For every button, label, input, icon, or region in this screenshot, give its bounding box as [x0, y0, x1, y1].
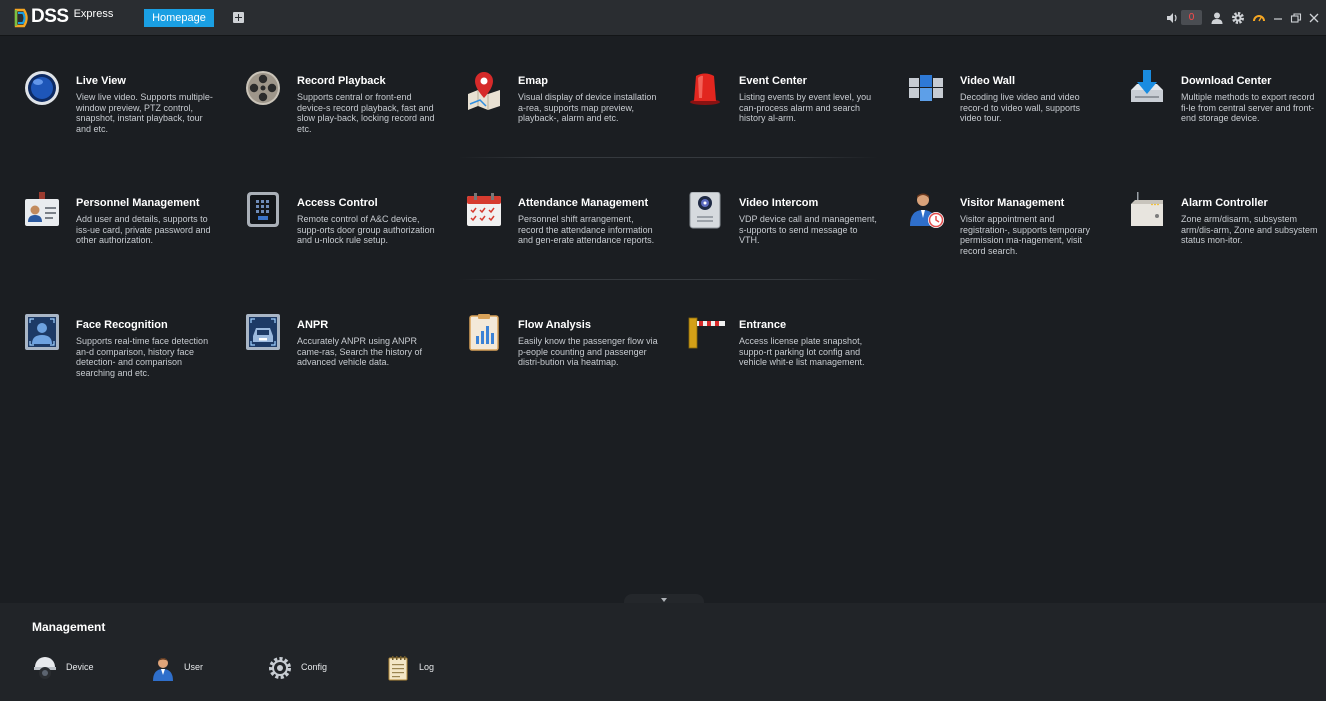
app-logo: DSS Express [14, 6, 113, 30]
logo-text: DSS [31, 6, 69, 27]
app-face-recognition[interactable]: Face Recognition Supports real-time face… [24, 314, 239, 394]
app-download-center[interactable]: Download Center Multiple methods to expo… [1129, 70, 1326, 150]
management-item-label: Config [301, 662, 328, 672]
management-item-label: Device [66, 662, 94, 672]
car-scan-icon [246, 314, 280, 350]
app-title: Live View [76, 75, 126, 87]
config-gear-icon [269, 657, 291, 679]
management-item-label: User [184, 662, 204, 672]
user-icon[interactable] [1210, 11, 1224, 25]
face-scan-icon [25, 314, 59, 350]
app-description: Multiple methods to export record fi-le … [1181, 92, 1315, 123]
management-panel: Management Device User Config Log [0, 603, 1326, 701]
app-description: Zone arm/disarm, subsystem arm/dis-arm, … [1181, 214, 1318, 245]
logo-mark-icon [14, 8, 28, 28]
film-reel-icon [246, 71, 280, 105]
management-device[interactable]: Device [32, 655, 142, 681]
app-anpr[interactable]: ANPR Accurately ANPR using ANPR came-ras… [245, 314, 460, 394]
download-icon [1131, 70, 1163, 102]
alarm-controller-icon [1131, 192, 1163, 226]
management-title: Management [32, 620, 106, 634]
alarm-count: 0 [1188, 12, 1195, 23]
map-pin-icon [468, 72, 500, 110]
app-description: Personnel shift arrangement, record the … [518, 214, 655, 245]
app-title: Entrance [739, 319, 787, 331]
app-title: Video Wall [960, 75, 1016, 87]
management-log[interactable]: Log [385, 655, 495, 681]
app-description: Supports central or front-end device-s r… [297, 92, 435, 134]
add-tab-icon[interactable] [233, 12, 244, 23]
camera-dome-icon [34, 657, 56, 679]
app-description: VDP device call and management, s-upport… [739, 214, 877, 245]
app-title: Alarm Controller [1181, 197, 1268, 209]
app-title: Video Intercom [739, 197, 819, 209]
app-attendance-management[interactable]: Attendance Management Personnel shift ar… [466, 192, 681, 272]
log-notepad-icon [388, 656, 408, 681]
chevron-down-icon [661, 598, 667, 602]
app-live-view[interactable]: Live View View live video. Supports mult… [24, 70, 239, 150]
app-description: Visitor appointment and registration-, s… [960, 214, 1091, 256]
management-user[interactable]: User [150, 655, 260, 681]
management-config[interactable]: Config [267, 655, 377, 681]
app-description: Supports real-time face detection an-d c… [76, 336, 209, 378]
volume-icon[interactable] [1165, 11, 1179, 25]
restore-icon[interactable] [1289, 11, 1303, 25]
app-title: Record Playback [297, 75, 386, 87]
app-flow-analysis[interactable]: Flow Analysis Easily know the passenger … [466, 314, 681, 394]
gear-icon[interactable] [1231, 11, 1245, 25]
app-description: Decoding live video and video recor-d to… [960, 92, 1081, 123]
close-icon[interactable] [1307, 11, 1321, 25]
row-divider [458, 157, 878, 158]
title-bar: DSS Express Homepage 0 [0, 0, 1326, 36]
tab-homepage[interactable]: Homepage [144, 9, 214, 27]
app-video-wall[interactable]: Video Wall Decoding live video and video… [908, 70, 1123, 150]
app-title: Download Center [1181, 75, 1272, 87]
app-title: Personnel Management [76, 197, 200, 209]
performance-icon[interactable] [1252, 11, 1266, 25]
app-visitor-management[interactable]: Visitor Management Visitor appointment a… [908, 192, 1123, 272]
row-divider [458, 279, 878, 280]
alarm-badge[interactable]: 0 [1181, 10, 1202, 25]
app-description: Accurately ANPR using ANPR came-ras, Sea… [297, 336, 423, 367]
app-personnel-management[interactable]: Personnel Management Add user and detail… [24, 192, 239, 272]
barrier-gate-icon [688, 317, 725, 349]
app-emap[interactable]: Emap Visual display of device installati… [466, 70, 681, 150]
app-title: ANPR [297, 319, 329, 331]
app-title: Visitor Management [960, 197, 1065, 209]
app-description: Access license plate snapshot, suppo-rt … [739, 336, 865, 367]
calendar-icon [467, 193, 501, 226]
app-alarm-controller[interactable]: Alarm Controller Zone arm/disarm, subsys… [1129, 192, 1326, 272]
app-description: Easily know the passenger flow via p-eop… [518, 336, 658, 367]
app-event-center[interactable]: Event Center Listing events by event lev… [687, 70, 902, 150]
app-title: Flow Analysis [518, 319, 591, 331]
app-description: Add user and details, supports to iss-ue… [76, 214, 211, 245]
app-title: Emap [518, 75, 548, 87]
minimize-icon[interactable] [1271, 11, 1285, 25]
intercom-icon [689, 192, 721, 229]
video-wall-icon [909, 75, 943, 101]
app-description: View live video. Supports multiple-windo… [76, 92, 213, 134]
logo-subtitle: Express [73, 8, 114, 20]
id-card-icon [25, 192, 59, 226]
app-entrance[interactable]: Entrance Access license plate snapshot, … [687, 314, 902, 394]
management-item-label: Log [419, 662, 435, 672]
live-view-icon [25, 71, 59, 105]
app-title: Face Recognition [76, 319, 168, 331]
alarm-light-icon [690, 73, 720, 105]
clipboard-chart-icon [469, 314, 499, 351]
app-title: Event Center [739, 75, 807, 87]
visitor-icon [910, 193, 944, 228]
app-record-playback[interactable]: Record Playback Supports central or fron… [245, 70, 460, 150]
access-panel-icon [247, 192, 279, 227]
app-title: Attendance Management [518, 197, 649, 209]
app-description: Listing events by event level, you can-p… [739, 92, 872, 123]
app-description: Remote control of A&C device, supp-orts … [297, 214, 435, 245]
app-video-intercom[interactable]: Video Intercom VDP device call and manag… [687, 192, 902, 272]
app-access-control[interactable]: Access Control Remote control of A&C dev… [245, 192, 460, 272]
app-title: Access Control [297, 197, 378, 209]
app-description: Visual display of device installation a-… [518, 92, 657, 123]
user-avatar-icon [153, 658, 173, 681]
